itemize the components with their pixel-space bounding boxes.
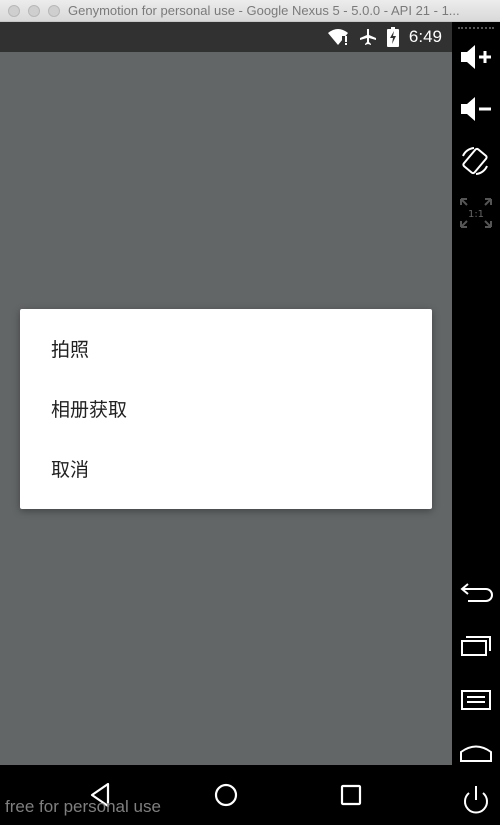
wifi-icon xyxy=(327,29,348,45)
cancel-option[interactable]: 取消 xyxy=(51,450,391,490)
window-zoom-button[interactable] xyxy=(48,5,60,17)
toolbar-recents-icon[interactable] xyxy=(458,629,494,663)
watermark-text: free for personal use xyxy=(5,797,161,816)
android-screen: 6:49 拍照 相册获取 取消 xyxy=(0,22,452,765)
choose-from-album-option[interactable]: 相册获取 xyxy=(51,390,391,430)
scale-label: 1:1 xyxy=(468,209,484,220)
battery-charging-icon xyxy=(386,27,399,47)
photo-source-dialog: 拍照 相册获取 取消 xyxy=(20,309,432,509)
airplane-icon xyxy=(359,29,376,45)
window-minimize-button[interactable] xyxy=(28,5,40,17)
toolbar-home-icon[interactable] xyxy=(458,735,494,769)
toolbar-menu-icon[interactable] xyxy=(458,683,494,717)
rotate-icon[interactable] xyxy=(458,144,494,178)
status-bar: 6:49 xyxy=(0,22,452,52)
toolbar-grip[interactable] xyxy=(458,27,494,31)
home-icon[interactable] xyxy=(211,780,241,810)
volume-down-icon[interactable] xyxy=(458,92,494,126)
genymotion-toolbar: 1:1 xyxy=(452,22,500,825)
toolbar-back-icon[interactable] xyxy=(458,575,494,609)
status-time: 6:49 xyxy=(408,27,442,46)
window-title-bar: Genymotion for personal use - Google Nex… xyxy=(0,0,500,22)
window-close-button[interactable] xyxy=(8,5,20,17)
volume-up-icon[interactable] xyxy=(458,40,494,74)
genymotion-window: Genymotion for personal use - Google Nex… xyxy=(0,0,500,825)
power-icon[interactable] xyxy=(458,784,494,818)
take-photo-option[interactable]: 拍照 xyxy=(51,330,391,370)
scale-icon[interactable]: 1:1 xyxy=(458,196,494,230)
recents-icon[interactable] xyxy=(336,780,366,810)
window-title: Genymotion for personal use - Google Nex… xyxy=(68,3,460,18)
